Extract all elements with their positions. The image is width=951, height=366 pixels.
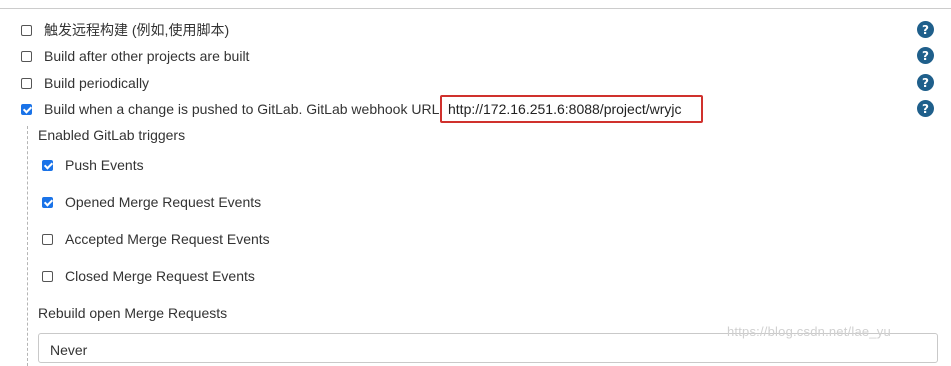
trigger-gitlab-label: Build when a change is pushed to GitLab.… [44, 101, 440, 117]
event-opened-mr-label: Opened Merge Request Events [65, 194, 262, 210]
event-accepted-mr-checkbox[interactable] [42, 233, 53, 245]
trigger-row-remote[interactable]: 触发远程构建 (例如,使用脚本) [21, 19, 229, 41]
trigger-row-gitlab[interactable]: Build when a change is pushed to GitLab.… [21, 98, 439, 120]
event-closed-mr-label: Closed Merge Request Events [65, 268, 255, 284]
event-row-accepted-mr[interactable]: Accepted Merge Request Events [42, 228, 270, 250]
watermark: https://blog.csdn.net/lae_yu [727, 324, 891, 339]
trigger-periodically-label: Build periodically [44, 75, 150, 91]
enabled-gitlab-triggers-title: Enabled GitLab triggers [38, 127, 186, 143]
event-opened-mr-checkbox[interactable] [42, 196, 53, 208]
help-icon[interactable]: ? [917, 100, 934, 117]
event-push-label: Push Events [65, 157, 144, 173]
event-row-closed-mr[interactable]: Closed Merge Request Events [42, 265, 255, 287]
help-icon[interactable]: ? [917, 47, 934, 64]
trigger-after-other-label: Build after other projects are built [44, 48, 250, 64]
event-closed-mr-checkbox[interactable] [42, 270, 53, 282]
help-icon[interactable]: ? [917, 21, 934, 38]
event-row-opened-mr[interactable]: Opened Merge Request Events [42, 191, 261, 213]
webhook-url-highlight: http://172.16.251.6:8088/project/wryjc [440, 95, 703, 123]
webhook-url: http://172.16.251.6:8088/project/wryjc [448, 101, 682, 117]
rebuild-open-mr-title: Rebuild open Merge Requests [38, 305, 228, 321]
trigger-periodically-checkbox[interactable] [21, 77, 32, 89]
event-row-push[interactable]: Push Events [42, 154, 144, 176]
trigger-gitlab-checkbox[interactable] [21, 103, 32, 115]
trigger-row-after-other[interactable]: Build after other projects are built [21, 45, 249, 67]
trigger-remote-checkbox[interactable] [21, 24, 32, 36]
trigger-row-periodically[interactable]: Build periodically [21, 72, 149, 94]
event-accepted-mr-label: Accepted Merge Request Events [65, 231, 270, 247]
nested-section-guide [27, 126, 28, 366]
help-icon[interactable]: ? [917, 74, 934, 91]
event-push-checkbox[interactable] [42, 159, 53, 171]
trigger-remote-label: 触发远程构建 (例如,使用脚本) [44, 22, 230, 38]
section-header [0, 0, 951, 9]
trigger-after-other-checkbox[interactable] [21, 50, 32, 62]
